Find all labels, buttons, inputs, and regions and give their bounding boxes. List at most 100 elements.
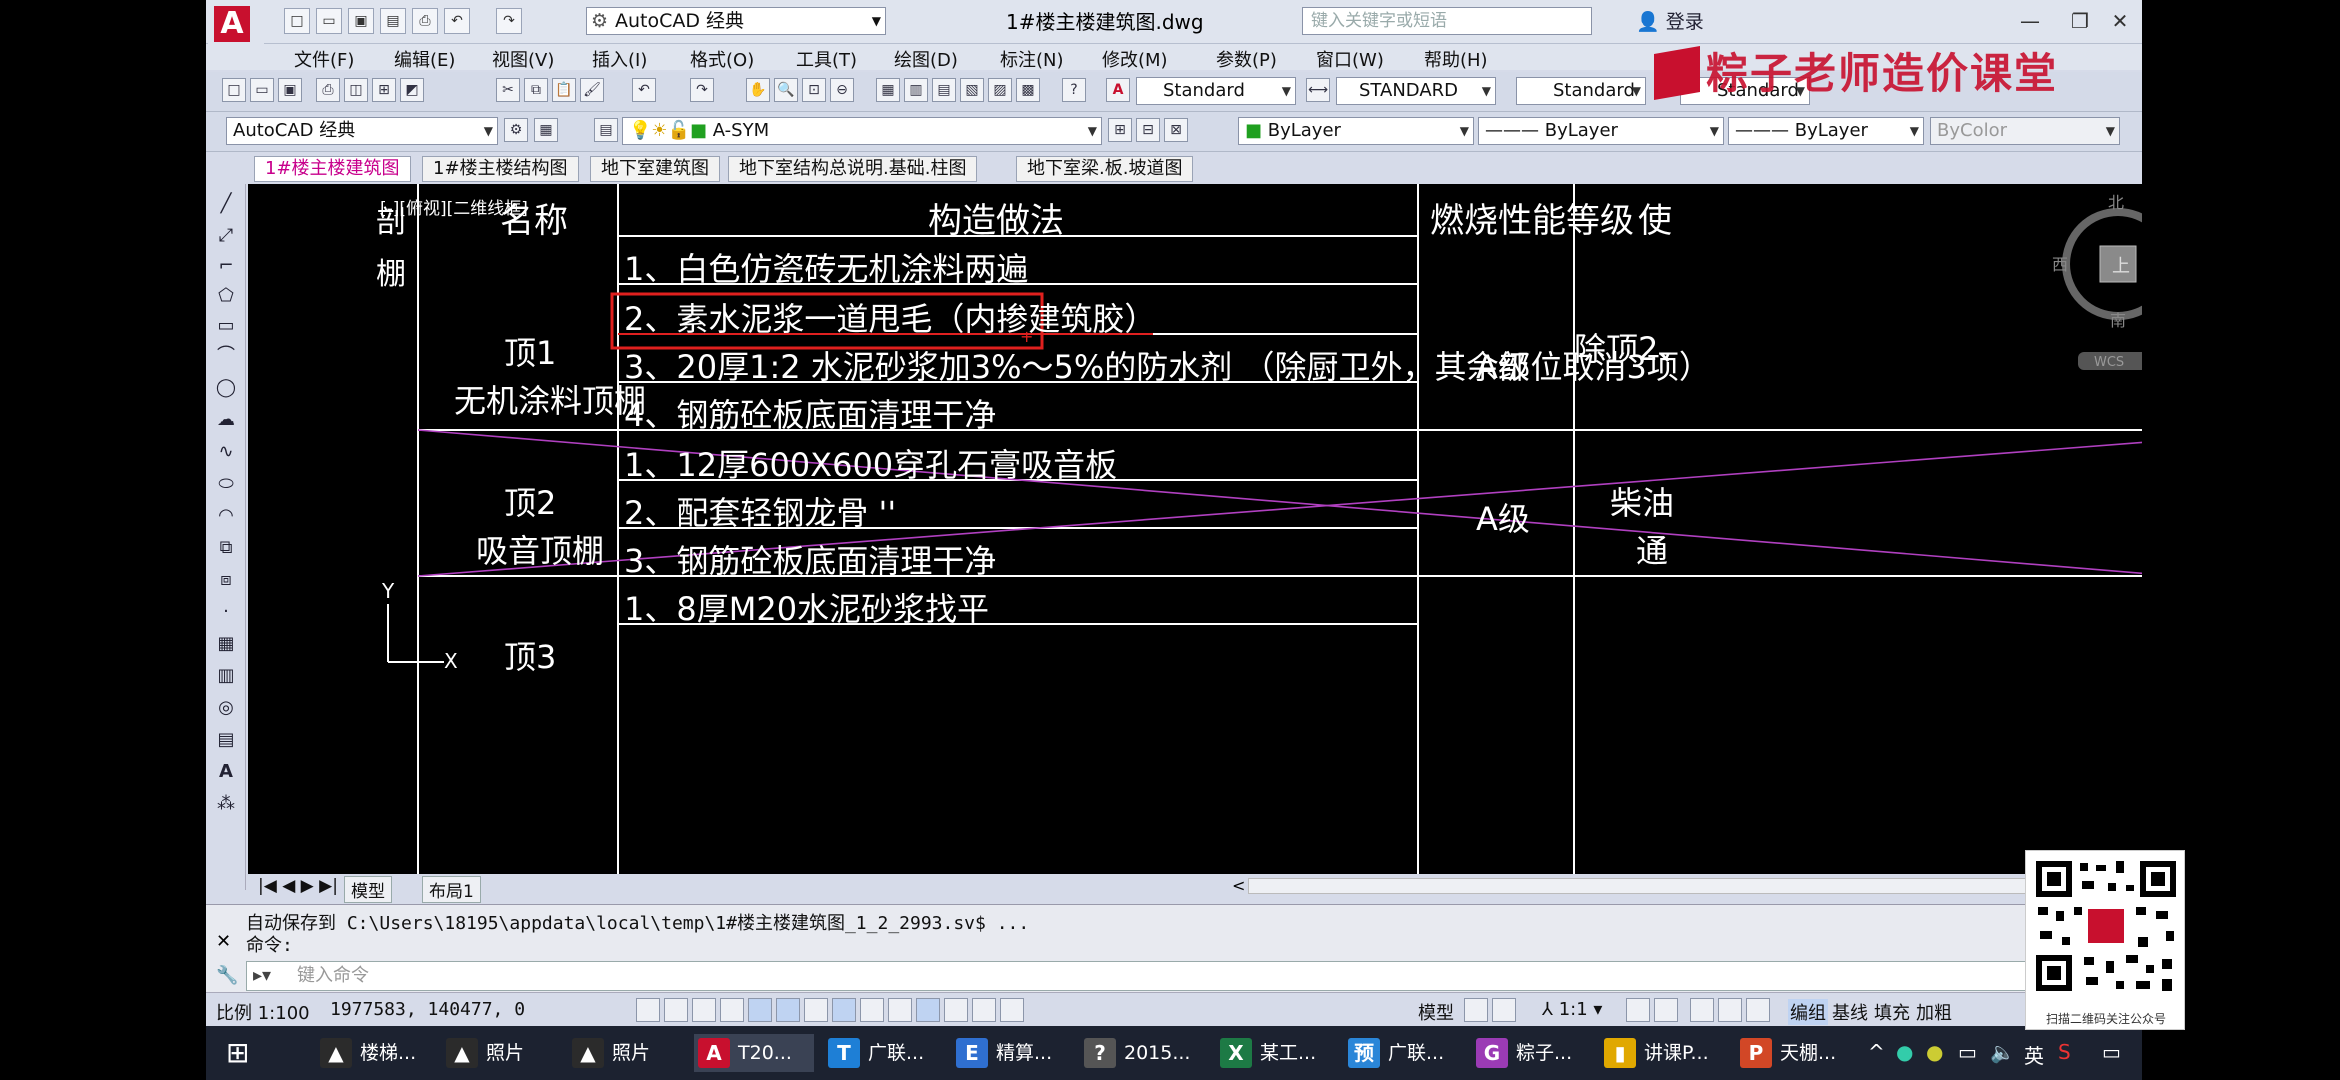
wcs-menu[interactable]: WCS <box>2094 355 2124 370</box>
autocad-logo-button[interactable]: A <box>208 2 264 46</box>
taskbar-item-2[interactable]: ▲ 照片 <box>442 1034 558 1072</box>
wrench-icon[interactable]: 🔧 <box>216 965 238 986</box>
infer-icon[interactable] <box>636 998 660 1022</box>
tray-up-icon[interactable]: ^ <box>1868 1040 1885 1064</box>
table-style-dropdown[interactable]: Standard ▼ <box>1516 77 1646 105</box>
3dprint-icon[interactable]: ◩ <box>400 78 424 102</box>
auto-scale-icon[interactable] <box>1654 998 1678 1022</box>
properties-icon[interactable]: ▦ <box>876 78 900 102</box>
viewcube-top[interactable]: 上 <box>2112 256 2130 277</box>
open-icon[interactable]: ▭ <box>316 8 342 34</box>
network-icon[interactable]: ▭ <box>1958 1040 1977 1064</box>
open-icon[interactable]: ▭ <box>250 78 274 102</box>
tray-app-icon[interactable]: ● <box>1896 1040 1913 1064</box>
plotstyle-dropdown[interactable]: ByColor ▼ <box>1930 117 2120 145</box>
menu-modify[interactable]: 修改(M) <box>1102 46 1168 72</box>
insert-block-icon[interactable]: ⧉ <box>214 536 238 560</box>
make-block-icon[interactable]: ⧈ <box>214 568 238 592</box>
status-fill[interactable]: 填充 <box>1874 999 1910 1025</box>
linetype-dropdown[interactable]: ——— ByLayer ▼ <box>1478 117 1724 145</box>
scroll-left-icon[interactable]: < <box>1232 876 1245 895</box>
save-icon[interactable]: ▣ <box>348 8 374 34</box>
saveas-icon[interactable]: ▤ <box>380 8 406 34</box>
new-icon[interactable]: □ <box>284 8 310 34</box>
command-input[interactable]: ▸▾ 键入命令 <box>246 961 2126 991</box>
save-icon[interactable]: ▣ <box>278 78 302 102</box>
region-icon[interactable]: ◎ <box>214 696 238 720</box>
menu-insert[interactable]: 插入(I) <box>592 46 647 72</box>
gradient-icon[interactable]: ▥ <box>214 664 238 688</box>
model-space-button[interactable]: 模型 <box>1418 999 1454 1025</box>
taskbar-item-5[interactable]: T 广联... <box>824 1034 942 1072</box>
layer-states-icon[interactable]: ⊠ <box>1164 118 1188 142</box>
taskbar-item-7[interactable]: ? 2015... <box>1080 1034 1206 1072</box>
undo-icon[interactable]: ↶ <box>444 8 470 34</box>
cut-icon[interactable]: ✂ <box>496 78 520 102</box>
layer-properties-icon[interactable]: ▤ <box>594 118 618 142</box>
lineweight-icon[interactable] <box>916 998 940 1022</box>
workspace-save-icon[interactable]: ▦ <box>534 118 558 142</box>
volume-icon[interactable]: 🔈 <box>1990 1040 2015 1064</box>
publish-icon[interactable]: ⊞ <box>372 78 396 102</box>
dim-style-dropdown[interactable]: STANDARD ▼ <box>1336 77 1496 105</box>
input-language[interactable]: 英 <box>2024 1040 2044 1069</box>
construction-line-icon[interactable]: ⤢ <box>214 224 238 248</box>
close-button[interactable]: ✕ <box>2096 6 2142 36</box>
text-style-dropdown[interactable]: Standard ▼ <box>1136 77 1296 105</box>
grid-icon[interactable] <box>692 998 716 1022</box>
hatch-icon[interactable]: ▦ <box>214 632 238 656</box>
print-icon[interactable]: ⎙ <box>412 8 438 34</box>
quickview-drawings-icon[interactable] <box>1492 998 1516 1022</box>
toolpalette-icon[interactable]: ▤ <box>932 78 956 102</box>
layout-nav-icon[interactable]: |◀ ◀ ▶ ▶| <box>252 876 344 896</box>
osnap-icon[interactable] <box>776 998 800 1022</box>
3dosnap-icon[interactable] <box>804 998 828 1022</box>
table-icon[interactable]: ▤ <box>214 728 238 752</box>
otrack-icon[interactable] <box>832 998 856 1022</box>
add-selected-icon[interactable]: ⁂ <box>214 792 238 816</box>
tab-basement-building[interactable]: 地下室建筑图 <box>590 156 720 182</box>
dimstyle-icon[interactable]: ⟷ <box>1306 78 1330 102</box>
tab-structure[interactable]: 1#楼主楼结构图 <box>422 156 579 182</box>
login-button[interactable]: 👤 登录 <box>1636 7 1704 34</box>
workspace-settings-icon[interactable]: ⚙ <box>504 118 528 142</box>
menu-view[interactable]: 视图(V) <box>492 46 554 72</box>
compass-west[interactable]: 西 <box>2052 255 2068 274</box>
transparency-icon[interactable] <box>944 998 968 1022</box>
windows-start-icon[interactable]: ⊞ <box>226 1038 256 1068</box>
taskbar-item-6[interactable]: E 精算... <box>952 1034 1070 1072</box>
sheetset-icon[interactable]: ▧ <box>960 78 984 102</box>
tab-model[interactable]: 模型 <box>344 876 392 903</box>
sc-icon[interactable] <box>1000 998 1024 1022</box>
notification-icon[interactable]: ▭ <box>2102 1040 2121 1064</box>
rectangle-icon[interactable]: ▭ <box>214 314 238 338</box>
multiline-text-icon[interactable]: A <box>214 760 238 784</box>
snap-icon[interactable] <box>664 998 688 1022</box>
menu-dimension[interactable]: 标注(N) <box>1000 46 1064 72</box>
viewcube[interactable]: 上 北 南 西 东 WCS <box>2052 193 2142 370</box>
menu-help[interactable]: 帮助(H) <box>1424 46 1488 72</box>
help-icon[interactable]: ? <box>1062 78 1086 102</box>
qnew-icon[interactable]: □ <box>222 78 246 102</box>
plot-icon[interactable]: ⎙ <box>316 78 340 102</box>
polar-icon[interactable] <box>748 998 772 1022</box>
zoom-realtime-icon[interactable]: 🔍 <box>774 78 798 102</box>
status-baseline[interactable]: 基线 <box>1832 999 1868 1025</box>
circle-icon[interactable]: ◯ <box>214 376 238 400</box>
taskbar-item-1[interactable]: ▲ 楼梯... <box>316 1034 432 1072</box>
drawing-canvas[interactable]: + [-][俯视][二维线框] 名称 构造做法 燃烧性能等级 使 剖 棚 顶1 … <box>248 184 2142 874</box>
taskbar-item-3[interactable]: ▲ 照片 <box>568 1034 684 1072</box>
toolbar-lock-icon[interactable] <box>1718 998 1742 1022</box>
workspace-switch-icon[interactable] <box>1690 998 1714 1022</box>
undo-icon[interactable]: ↶ <box>632 78 656 102</box>
matchprop-icon[interactable]: 🖌 <box>580 78 604 102</box>
polyline-icon[interactable]: ⌐ <box>214 254 238 278</box>
menu-window[interactable]: 窗口(W) <box>1316 46 1384 72</box>
quickview-layouts-icon[interactable] <box>1464 998 1488 1022</box>
dyn-icon[interactable] <box>888 998 912 1022</box>
status-bold[interactable]: 加粗 <box>1916 999 1952 1025</box>
status-group[interactable]: 编组 <box>1788 999 1828 1025</box>
workspace-dropdown[interactable]: ⚙ AutoCAD 经典 ▼ <box>586 7 886 35</box>
taskbar-item-8[interactable]: X 某工... <box>1216 1034 1334 1072</box>
textstyle-icon[interactable]: A <box>1106 78 1130 102</box>
